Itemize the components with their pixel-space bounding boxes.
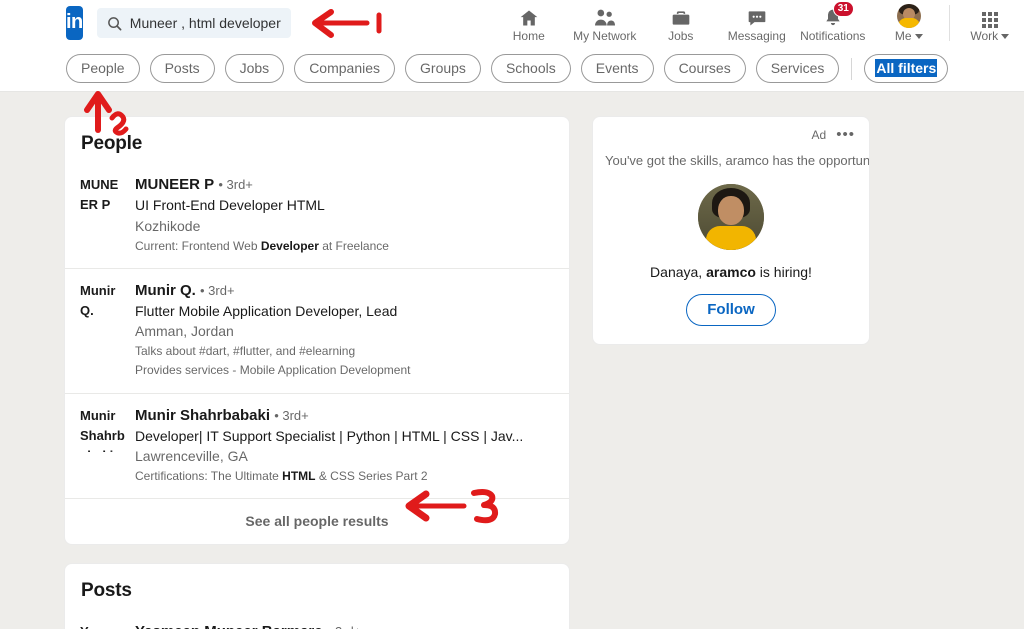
nav-label-me: Me bbox=[895, 29, 923, 43]
post-author-line: Yasmeen Muneer Barmare • 3rd+ bbox=[135, 622, 553, 629]
nav-item-home[interactable]: Home bbox=[491, 0, 567, 46]
filter-pill-posts[interactable]: Posts bbox=[149, 53, 215, 84]
avatar: Munir Q. bbox=[80, 282, 116, 318]
person-services: Provides services - Mobile Application D… bbox=[135, 363, 411, 378]
logo-text: in bbox=[66, 11, 83, 33]
person-name-line: MUNEER P • 3rd+ bbox=[135, 175, 553, 195]
people-section-title: People bbox=[81, 133, 143, 154]
avatar: MUNEER P bbox=[80, 177, 119, 213]
filter-divider bbox=[851, 57, 853, 80]
search-results-page: People MUNEER P MUNEER P • 3rd+ UI Front… bbox=[0, 92, 1024, 629]
card-spacer bbox=[64, 545, 570, 563]
person-result-row[interactable]: Munir Shahrbabaki Munir Shahrbabaki • 3r… bbox=[65, 392, 569, 499]
chevron-down-icon bbox=[1001, 33, 1010, 39]
search-filter-bar: People Posts Jobs Companies Groups Schoo… bbox=[0, 46, 1024, 92]
message-icon bbox=[746, 4, 768, 28]
filter-pill-jobs[interactable]: Jobs bbox=[224, 53, 285, 84]
nav-label-my-network: My Network bbox=[573, 28, 637, 43]
person-headline: UI Front-End Developer HTML bbox=[135, 197, 325, 214]
person-name-line: Munir Q. • 3rd+ bbox=[135, 281, 553, 301]
nav-item-jobs[interactable]: Jobs bbox=[643, 0, 719, 46]
person-meta: Talks about #dart, #flutter, and #elearn… bbox=[135, 344, 356, 359]
nav-item-work[interactable]: Work bbox=[952, 0, 1024, 46]
person-meta: Certifications: The Ultimate HTML & CSS … bbox=[135, 469, 428, 484]
filter-pill-events[interactable]: Events bbox=[580, 53, 654, 84]
person-headline: Developer| IT Support Specialist | Pytho… bbox=[135, 427, 524, 444]
nav-item-my-network[interactable]: My Network bbox=[567, 0, 643, 46]
person-result-row[interactable]: Munir Q. Munir Q. • 3rd+ Flutter Mobile … bbox=[65, 267, 569, 393]
search-query-text: Muneer , html developer bbox=[129, 15, 281, 31]
post-author-name[interactable]: Yasmeen Muneer Barmare bbox=[135, 623, 323, 629]
filter-pill-people[interactable]: People bbox=[66, 53, 140, 84]
person-name[interactable]: Munir Q. bbox=[135, 282, 196, 299]
connection-degree: • 3rd+ bbox=[200, 282, 235, 298]
avatar: Yasmeen Muneer Barmare bbox=[77, 622, 125, 629]
home-icon bbox=[518, 4, 540, 28]
filter-pill-groups[interactable]: Groups bbox=[405, 53, 481, 84]
nav-label-home: Home bbox=[512, 28, 545, 43]
posts-section-title: Posts bbox=[81, 580, 132, 602]
person-headline: Flutter Mobile Application Developer, Le… bbox=[135, 302, 398, 319]
briefcase-icon bbox=[670, 4, 692, 28]
follow-button[interactable]: Follow bbox=[686, 294, 776, 327]
linkedin-logo[interactable]: in bbox=[66, 6, 83, 40]
person-location: Kozhikode bbox=[135, 217, 201, 234]
grid-icon bbox=[981, 4, 998, 28]
nav-label-messaging: Messaging bbox=[727, 28, 786, 43]
people-results-card: People MUNEER P MUNEER P • 3rd+ UI Front… bbox=[64, 116, 570, 546]
nav-label-notifications: Notifications bbox=[800, 28, 866, 43]
primary-nav: Home My Network Jobs Messaging 31 Notifi… bbox=[491, 0, 1024, 46]
results-column: People MUNEER P MUNEER P • 3rd+ UI Front… bbox=[64, 116, 570, 629]
filter-pill-courses[interactable]: Courses bbox=[663, 53, 746, 84]
avatar bbox=[896, 3, 921, 28]
filter-pill-services[interactable]: Services bbox=[755, 53, 840, 84]
all-filters-button[interactable]: All filters bbox=[864, 53, 949, 84]
person-result-row[interactable]: MUNEER P MUNEER P • 3rd+ UI Front-End De… bbox=[65, 163, 569, 268]
search-input[interactable]: Muneer , html developer bbox=[96, 8, 291, 38]
posts-results-card: Posts Yasmeen Muneer Barmare Yasmeen Mun… bbox=[64, 563, 570, 629]
connection-degree: • 3rd+ bbox=[327, 624, 362, 629]
filter-pill-companies[interactable]: Companies bbox=[294, 53, 396, 84]
nav-label-work: Work bbox=[970, 29, 1010, 43]
person-meta: Current: Frontend Web Developer at Freel… bbox=[135, 238, 389, 253]
filter-pill-schools[interactable]: Schools bbox=[490, 53, 571, 84]
see-all-people-results-link[interactable]: See all people results bbox=[65, 498, 569, 544]
person-name[interactable]: Munir Shahrbabaki bbox=[135, 407, 270, 424]
nav-item-notifications[interactable]: 31 Notifications bbox=[795, 0, 871, 46]
ad-cta-text: Danaya, aramco is hiring! bbox=[650, 264, 812, 281]
avatar: Munir Shahrbabaki bbox=[80, 407, 125, 452]
post-result-row[interactable]: Yasmeen Muneer Barmare Yasmeen Muneer Ba… bbox=[65, 610, 569, 629]
advertiser-photo bbox=[698, 184, 764, 251]
chevron-down-icon bbox=[914, 33, 923, 39]
ad-label: Ad bbox=[811, 127, 827, 142]
ad-card: Ad ••• You've got the skills, aramco has… bbox=[592, 116, 870, 346]
person-location: Amman, Jordan bbox=[135, 323, 234, 340]
nav-label-jobs: Jobs bbox=[668, 28, 694, 43]
person-name-line: Munir Shahrbabaki • 3rd+ bbox=[135, 406, 553, 426]
person-name[interactable]: MUNEER P bbox=[135, 176, 214, 193]
nav-divider bbox=[948, 5, 950, 41]
connection-degree: • 3rd+ bbox=[218, 177, 253, 192]
global-header: in Muneer , html developer Home My Netwo… bbox=[0, 0, 1024, 46]
nav-item-messaging[interactable]: Messaging bbox=[719, 0, 795, 46]
more-options-icon[interactable]: ••• bbox=[836, 127, 855, 142]
notifications-badge: 31 bbox=[832, 0, 854, 17]
search-icon bbox=[107, 16, 122, 30]
people-icon bbox=[593, 4, 617, 28]
person-location: Lawrenceville, GA bbox=[135, 448, 248, 465]
ad-header: Ad ••• bbox=[605, 127, 857, 142]
nav-item-me[interactable]: Me bbox=[871, 0, 947, 46]
ad-tagline: You've got the skills, aramco has the op… bbox=[605, 153, 870, 168]
bell-icon: 31 bbox=[822, 0, 854, 28]
sidebar-column: Ad ••• You've got the skills, aramco has… bbox=[592, 116, 870, 629]
connection-degree: • 3rd+ bbox=[274, 407, 309, 423]
